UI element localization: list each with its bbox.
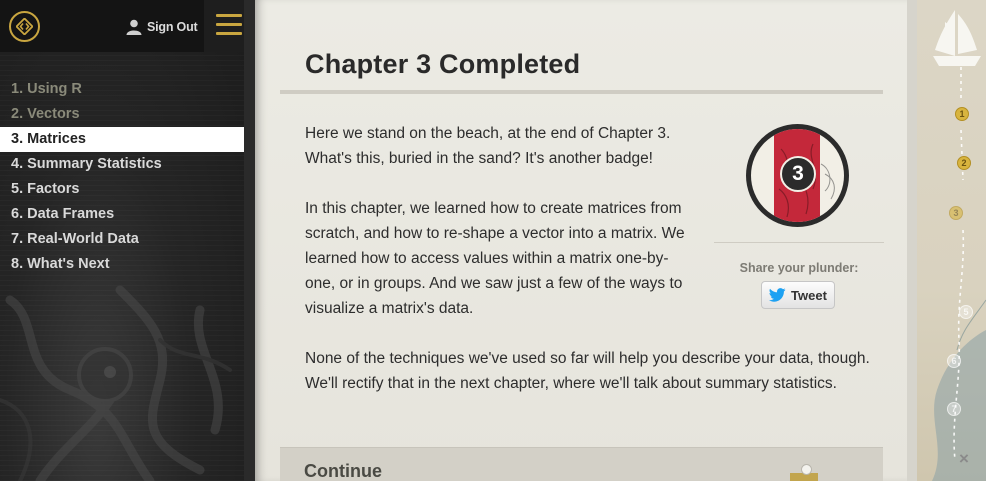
map-marker-chapter-2[interactable]: 2 xyxy=(957,156,971,170)
close-icon[interactable]: × xyxy=(959,449,969,469)
badge-divider xyxy=(714,242,884,243)
chapter-item-real-world-data[interactable]: 7. Real-World Data xyxy=(0,227,244,252)
badge-face: 3 xyxy=(751,129,844,222)
hamburger-icon-line xyxy=(216,32,242,35)
badge-panel: 3 Share your plunder: Tweet xyxy=(714,121,884,311)
twitter-bird-icon xyxy=(769,288,786,302)
badge-number: 3 xyxy=(780,156,816,192)
map-marker-chapter-7[interactable]: 7 xyxy=(947,402,961,416)
hamburger-icon xyxy=(216,14,242,17)
map-marker-chapter-3[interactable]: 3 xyxy=(949,206,963,220)
kraken-illustration xyxy=(0,285,232,481)
chapter-item-using-r[interactable]: 1. Using R xyxy=(0,77,244,102)
chapter-item-summary-statistics[interactable]: 4. Summary Statistics xyxy=(0,152,244,177)
map-marker-chapter-1[interactable]: 1 xyxy=(955,107,969,121)
chapter-item-matrices[interactable]: 3. Matrices xyxy=(0,127,244,152)
map-divider xyxy=(907,0,917,481)
page-title: Chapter 3 Completed xyxy=(305,49,581,79)
title-divider xyxy=(280,90,883,94)
chapter-complete-panel: Chapter 3 Completed Here we stand on the… xyxy=(255,0,907,481)
chapter-list: 1. Using R 2. Vectors 3. Matrices 4. Sum… xyxy=(0,77,244,277)
intro-paragraph: Here we stand on the beach, at the end o… xyxy=(305,125,671,167)
sign-out-button[interactable]: Sign Out xyxy=(126,17,198,37)
chapter-item-factors[interactable]: 5. Factors xyxy=(0,177,244,202)
sign-out-label: Sign Out xyxy=(147,20,198,34)
chapter-sidebar: Sign Out 1. Using R 2. Vectors 3. Matric… xyxy=(0,0,244,481)
tweet-button[interactable]: Tweet xyxy=(761,281,835,309)
continue-progress-dot xyxy=(801,464,812,475)
continue-button[interactable]: Continue xyxy=(280,447,883,481)
next-chapter-paragraph: None of the techniques we've used so far… xyxy=(305,350,870,392)
hamburger-icon-line xyxy=(216,23,242,26)
voyage-map: 1 2 3 5 6 7 × xyxy=(917,0,986,481)
map-marker-chapter-5[interactable]: 5 xyxy=(959,305,973,319)
tweet-label: Tweet xyxy=(791,287,827,303)
menu-button[interactable] xyxy=(204,0,244,52)
share-label: Share your plunder: xyxy=(739,261,859,275)
user-icon xyxy=(126,19,142,35)
ship-icon xyxy=(933,10,981,66)
top-bar: Sign Out xyxy=(0,0,244,52)
chapter-badge[interactable]: 3 xyxy=(746,124,849,227)
map-marker-chapter-6[interactable]: 6 xyxy=(947,354,961,368)
logo-icon[interactable] xyxy=(9,11,40,42)
chapter-item-data-frames[interactable]: 6. Data Frames xyxy=(0,202,244,227)
summary-paragraph: In this chapter, we learned how to creat… xyxy=(305,200,685,317)
continue-label: Continue xyxy=(304,461,382,481)
chapter-item-vectors[interactable]: 2. Vectors xyxy=(0,102,244,127)
chapter-item-whats-next[interactable]: 8. What's Next xyxy=(0,252,244,277)
